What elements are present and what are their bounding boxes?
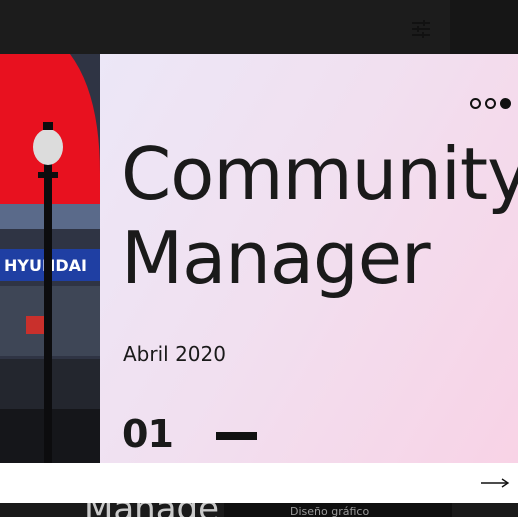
sliders-icon xyxy=(412,20,430,38)
dot-icon-active xyxy=(500,98,511,109)
top-bar xyxy=(0,0,518,54)
slide-index: 01 xyxy=(122,412,174,456)
dot-icon xyxy=(470,98,481,109)
card-footer xyxy=(0,463,518,503)
dot-icon xyxy=(485,98,496,109)
project-date: Abril 2020 xyxy=(123,342,226,366)
street-photo-illustration: HYUNDAI xyxy=(0,54,100,463)
next-project-peek: Manage Diseño gráfico xyxy=(0,503,518,517)
project-title-line2: Manager xyxy=(121,216,431,300)
slide-indicator-bar xyxy=(216,432,257,440)
next-button[interactable] xyxy=(480,473,514,493)
arrow-right-icon xyxy=(481,478,510,488)
filter-button[interactable] xyxy=(406,12,436,46)
top-bar-dark-block xyxy=(450,0,518,54)
project-photo: HYUNDAI xyxy=(0,54,100,463)
next-project-panel: Diseño gráfico xyxy=(224,503,452,517)
dots-menu-icon[interactable] xyxy=(470,98,511,109)
project-title-line1: Community xyxy=(121,132,518,216)
project-card[interactable]: Community Manager Abril 2020 01 xyxy=(100,54,518,463)
project-title: Community Manager xyxy=(121,132,518,300)
next-project-category: Diseño gráfico xyxy=(290,505,370,517)
next-project-title: Manage xyxy=(84,503,219,517)
